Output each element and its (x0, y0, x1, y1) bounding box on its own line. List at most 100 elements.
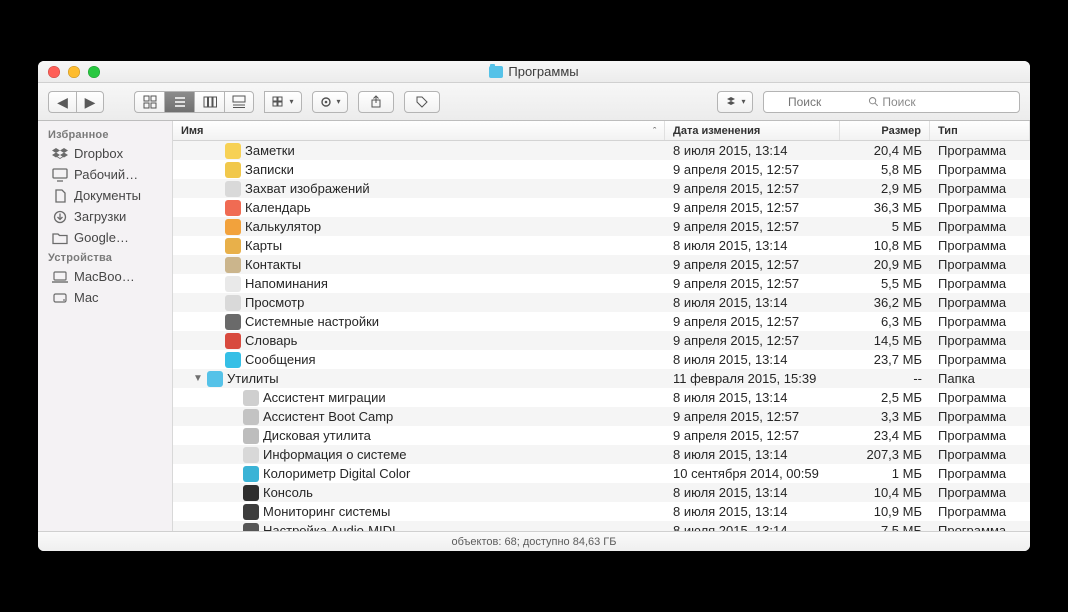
sidebar-item[interactable]: Dropbox (38, 143, 172, 164)
zoom-button[interactable] (88, 66, 100, 78)
disclosure-triangle-icon[interactable]: ▼ (193, 373, 203, 384)
file-size: 5 МБ (840, 219, 930, 234)
file-icon (243, 504, 259, 520)
file-row[interactable]: Мониторинг системы8 июля 2015, 13:1410,9… (173, 502, 1030, 521)
dropbox-toolbar-button[interactable]: ▾ (717, 91, 753, 113)
file-row[interactable]: Ассистент миграции8 июля 2015, 13:142,5 … (173, 388, 1030, 407)
column-header-date-label: Дата изменения (673, 125, 760, 137)
column-header-kind[interactable]: Тип (930, 121, 1030, 140)
share-button[interactable] (358, 91, 394, 113)
coverflow-icon (232, 95, 246, 109)
file-row[interactable]: Карты8 июля 2015, 13:1410,8 МБПрограмма (173, 236, 1030, 255)
view-icons-button[interactable] (134, 91, 164, 113)
file-size: 20,9 МБ (840, 257, 930, 272)
file-name-cell: ▼Утилиты (173, 371, 665, 387)
file-kind: Программа (930, 333, 1030, 348)
view-coverflow-button[interactable] (224, 91, 254, 113)
file-row[interactable]: Заметки8 июля 2015, 13:1420,4 МБПрограмм… (173, 141, 1030, 160)
file-row[interactable]: Просмотр8 июля 2015, 13:1436,2 МБПрограм… (173, 293, 1030, 312)
file-kind: Программа (930, 523, 1030, 531)
finder-window: Программы ◀ ▶ ▾ (38, 61, 1030, 551)
search-input[interactable] (763, 91, 1020, 113)
sidebar-item[interactable]: Рабочий… (38, 164, 172, 185)
sidebar-item[interactable]: Mac (38, 287, 172, 308)
file-kind: Программа (930, 428, 1030, 443)
file-row[interactable]: Напоминания9 апреля 2015, 12:575,5 МБПро… (173, 274, 1030, 293)
file-kind: Программа (930, 466, 1030, 481)
disk-icon (52, 291, 68, 305)
file-icon (243, 523, 259, 532)
file-row[interactable]: Контакты9 апреля 2015, 12:5720,9 МБПрогр… (173, 255, 1030, 274)
file-row[interactable]: Колориметр Digital Color10 сентября 2014… (173, 464, 1030, 483)
file-row[interactable]: Сообщения8 июля 2015, 13:1423,7 МБПрогра… (173, 350, 1030, 369)
file-row[interactable]: Ассистент Boot Camp9 апреля 2015, 12:573… (173, 407, 1030, 426)
sidebar-item[interactable]: MacBoo… (38, 266, 172, 287)
sidebar-item[interactable]: Загрузки (38, 206, 172, 227)
grid-icon (143, 95, 157, 109)
file-kind: Программа (930, 390, 1030, 405)
file-size: 10,4 МБ (840, 485, 930, 500)
file-icon (243, 466, 259, 482)
column-header-date[interactable]: Дата изменения (665, 121, 840, 140)
file-row[interactable]: ▼Утилиты11 февраля 2015, 15:39--Папка (173, 369, 1030, 388)
file-icon (207, 371, 223, 387)
file-row[interactable]: Консоль8 июля 2015, 13:1410,4 МБПрограмм… (173, 483, 1030, 502)
view-list-button[interactable] (164, 91, 194, 113)
file-list[interactable]: Заметки8 июля 2015, 13:1420,4 МБПрограмм… (173, 141, 1030, 531)
nav-back-forward: ◀ ▶ (48, 91, 104, 113)
file-name: Ассистент миграции (263, 390, 386, 405)
sidebar-item-label: Dropbox (74, 146, 123, 161)
file-row[interactable]: Дисковая утилита9 апреля 2015, 12:5723,4… (173, 426, 1030, 445)
sidebar-item[interactable]: Документы (38, 185, 172, 206)
view-columns-button[interactable] (194, 91, 224, 113)
file-date: 8 июля 2015, 13:14 (665, 295, 840, 310)
column-headers: Имя ˆ Дата изменения Размер Тип (173, 121, 1030, 141)
file-date: 9 апреля 2015, 12:57 (665, 276, 840, 291)
file-name-cell: Калькулятор (173, 219, 665, 235)
sidebar-item[interactable]: Google… (38, 227, 172, 248)
share-icon (369, 95, 383, 109)
file-name-cell: Напоминания (173, 276, 665, 292)
file-kind: Программа (930, 200, 1030, 215)
titlebar[interactable]: Программы (38, 61, 1030, 83)
file-row[interactable]: Калькулятор9 апреля 2015, 12:575 МБПрогр… (173, 217, 1030, 236)
file-size: 14,5 МБ (840, 333, 930, 348)
file-row[interactable]: Системные настройки9 апреля 2015, 12:576… (173, 312, 1030, 331)
toolbar: ◀ ▶ ▾ ▾ (38, 83, 1030, 121)
column-header-size[interactable]: Размер (840, 121, 930, 140)
file-name: Словарь (245, 333, 297, 348)
file-size: -- (840, 371, 930, 386)
file-row[interactable]: Записки9 апреля 2015, 12:575,8 МБПрограм… (173, 160, 1030, 179)
column-header-name[interactable]: Имя ˆ (173, 121, 665, 140)
file-row[interactable]: Словарь9 апреля 2015, 12:5714,5 МБПрогра… (173, 331, 1030, 350)
file-icon (225, 333, 241, 349)
file-name-cell: Контакты (173, 257, 665, 273)
sidebar-section-header: Избранное (38, 125, 172, 143)
file-date: 11 февраля 2015, 15:39 (665, 371, 840, 386)
dropbox-icon (52, 147, 68, 161)
file-name-cell: Заметки (173, 143, 665, 159)
file-name: Контакты (245, 257, 301, 272)
file-kind: Программа (930, 276, 1030, 291)
minimize-button[interactable] (68, 66, 80, 78)
sidebar-item-label: Документы (74, 188, 141, 203)
tags-button[interactable] (404, 91, 440, 113)
file-name-cell: Системные настройки (173, 314, 665, 330)
file-icon (225, 219, 241, 235)
arrange-button[interactable]: ▾ (264, 91, 302, 113)
action-menu-button[interactable]: ▾ (312, 91, 348, 113)
file-row[interactable]: Календарь9 апреля 2015, 12:5736,3 МБПрог… (173, 198, 1030, 217)
close-button[interactable] (48, 66, 60, 78)
status-text: объектов: 68; доступно 84,63 ГБ (452, 536, 617, 548)
back-button[interactable]: ◀ (48, 91, 76, 113)
file-size: 10,8 МБ (840, 238, 930, 253)
file-name-cell: Словарь (173, 333, 665, 349)
file-row[interactable]: Настройка Audio-MIDI8 июля 2015, 13:147,… (173, 521, 1030, 531)
column-header-name-label: Имя (181, 125, 203, 137)
sidebar: Избранное Dropbox Рабочий… Документы Загрузк… (38, 121, 173, 531)
file-row[interactable]: Информация о системе8 июля 2015, 13:1420… (173, 445, 1030, 464)
file-name: Просмотр (245, 295, 304, 310)
file-row[interactable]: Захват изображений9 апреля 2015, 12:572,… (173, 179, 1030, 198)
sidebar-item-label: MacBoo… (74, 269, 135, 284)
forward-button[interactable]: ▶ (76, 91, 104, 113)
